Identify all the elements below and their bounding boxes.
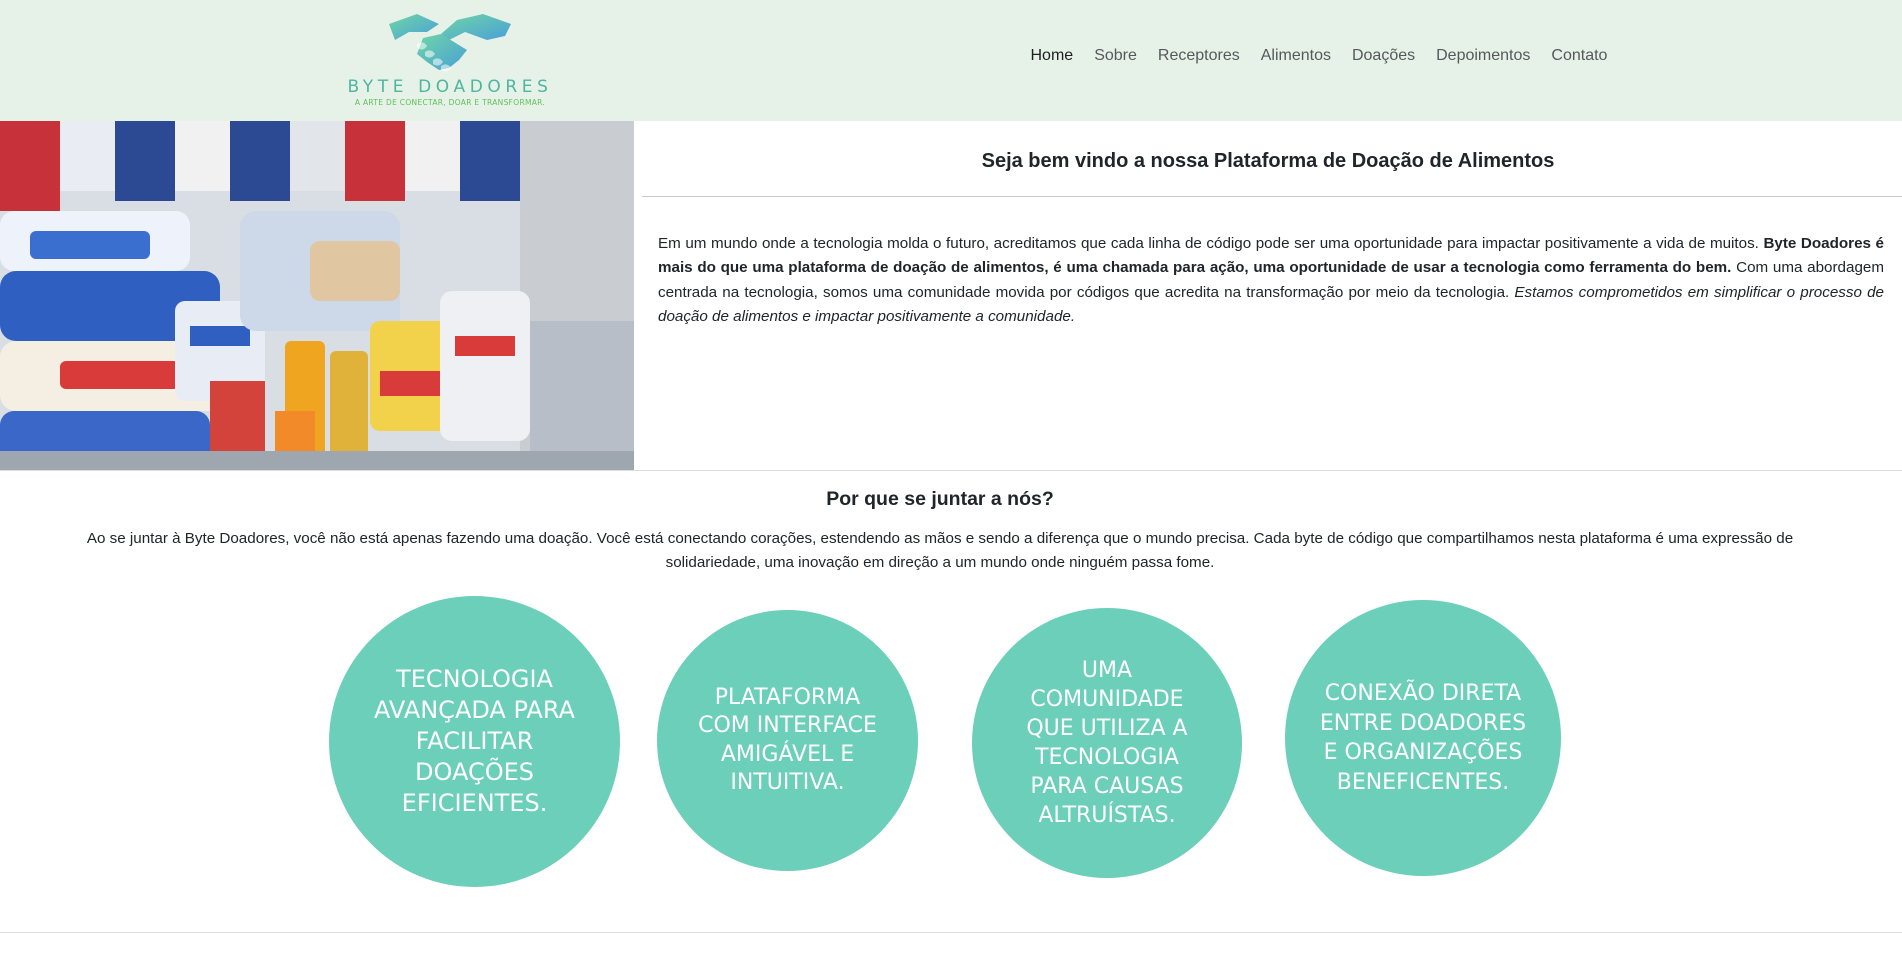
section-divider — [0, 470, 1902, 471]
feature-text: UMA COMUNIDADE QUE UTILIZA A TECNOLOGIA … — [1026, 658, 1188, 828]
food-donation-photo — [0, 121, 634, 470]
brand-tagline: A ARTE DE CONECTAR, DOAR E TRANSFORMAR. — [354, 98, 546, 107]
feature-text: TECNOLOGIA AVANÇADA PARA FACILITAR DOAÇÕ… — [374, 665, 575, 817]
nav-link-home[interactable]: Home — [1020, 47, 1084, 65]
divider — [642, 196, 1902, 197]
why-join-title: Por que se juntar a nós? — [826, 488, 1054, 510]
welcome-title: Seja bem vindo a nossa Plataforma de Doa… — [981, 150, 1555, 172]
nav-link-receptores[interactable]: Receptores — [1147, 47, 1250, 65]
nav-link-sobre[interactable]: Sobre — [1084, 47, 1148, 65]
nav-link-depoimentos[interactable]: Depoimentos — [1426, 47, 1541, 65]
site-header: BYTE DOADORES A ARTE DE CONECTAR, DOAR E… — [0, 0, 1902, 121]
main-nav: Home Sobre Receptores Alimentos Doações … — [1020, 47, 1618, 65]
handshake-icon — [389, 14, 511, 72]
brand-logo[interactable]: BYTE DOADORES A ARTE DE CONECTAR, DOAR E… — [337, 10, 563, 112]
welcome-section: Seja bem vindo a nossa Plataforma de Doa… — [634, 121, 1902, 470]
footer-divider — [0, 932, 1902, 933]
feature-circle-connection: CONEXÃO DIRETA ENTRE DOADORES E ORGANIZA… — [1285, 600, 1561, 876]
feature-circle-technology: TECNOLOGIA AVANÇADA PARA FACILITAR DOAÇÕ… — [329, 596, 620, 887]
welcome-text: Em um mundo onde a tecnologia molda o fu… — [658, 235, 1884, 325]
brand-name: BYTE DOADORES — [347, 77, 553, 97]
nav-link-contato[interactable]: Contato — [1541, 47, 1618, 65]
nav-link-doacoes[interactable]: Doações — [1341, 47, 1425, 65]
hero-image — [0, 121, 634, 470]
feature-text: CONEXÃO DIRETA ENTRE DOADORES E ORGANIZA… — [1319, 681, 1527, 795]
feature-circle-community: UMA COMUNIDADE QUE UTILIZA A TECNOLOGIA … — [972, 608, 1242, 878]
why-join-text: Ao se juntar à Byte Doadores, você não e… — [86, 530, 1794, 572]
nav-link-alimentos[interactable]: Alimentos — [1250, 47, 1341, 65]
feature-circle-interface: PLATAFORMA COM INTERFACE AMIGÁVEL E INTU… — [657, 610, 918, 871]
feature-text: PLATAFORMA COM INTERFACE AMIGÁVEL E INTU… — [698, 684, 877, 796]
